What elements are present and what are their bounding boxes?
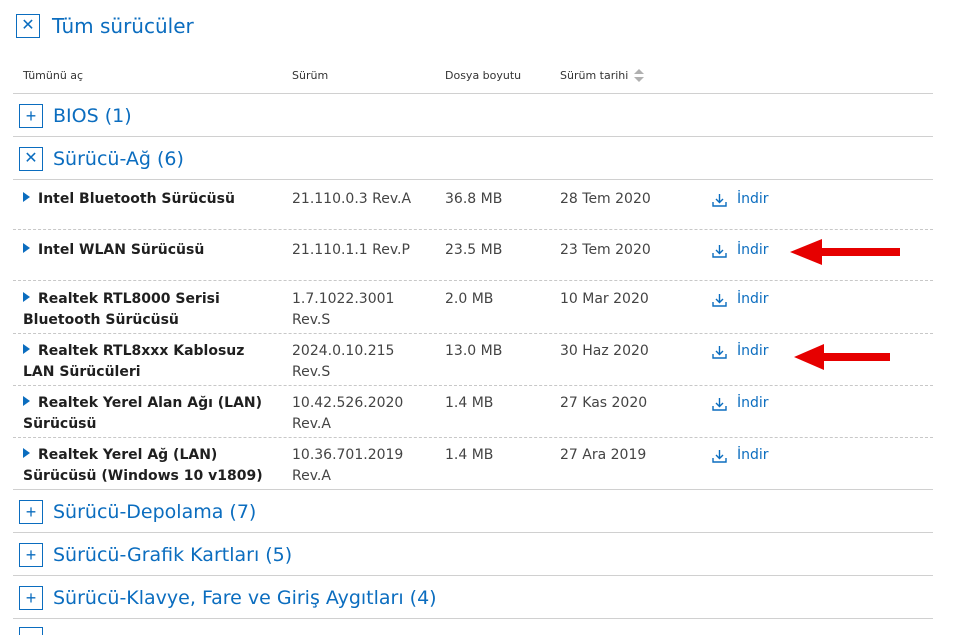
driver-name[interactable]: Intel WLAN Sürücüsü — [23, 240, 273, 261]
plus-icon[interactable]: + — [19, 500, 43, 524]
driver-name-text: Realtek RTL8000 Serisi Bluetooth Sürücüs… — [23, 291, 220, 328]
download-label: İndir — [737, 291, 769, 307]
driver-size: 23.5 MB — [445, 242, 503, 258]
driver-date: 27 Kas 2020 — [560, 395, 648, 411]
driver-version: 10.36.701.2019 Rev.A — [292, 447, 404, 484]
driver-name[interactable]: Realtek Yerel Alan Ağı (LAN) Sürücüsü — [23, 393, 273, 435]
category-network[interactable]: ✕ Sürücü-Ağ (6) — [19, 147, 184, 171]
download-button[interactable]: İndir — [712, 289, 832, 310]
download-label: İndir — [737, 395, 769, 411]
column-file-size: Dosya boyutu — [445, 69, 522, 82]
category-storage[interactable]: + Sürücü-Depolama (7) — [19, 500, 256, 524]
download-label: İndir — [737, 447, 769, 463]
divider — [13, 618, 933, 619]
divider — [13, 93, 933, 94]
category-graphics[interactable]: + Sürücü-Grafik Kartları (5) — [19, 543, 292, 567]
download-button[interactable]: İndir — [712, 445, 832, 466]
driver-date: 23 Tem 2020 — [560, 242, 651, 258]
driver-name[interactable]: Intel Bluetooth Sürücüsü — [23, 189, 273, 210]
driver-name[interactable]: Realtek Yerel Ağ (LAN) Sürücüsü (Windows… — [23, 445, 273, 487]
divider — [13, 575, 933, 576]
row-divider — [13, 229, 933, 230]
download-label: İndir — [737, 343, 769, 359]
download-icon — [712, 193, 727, 207]
download-icon — [712, 397, 727, 411]
driver-date: 10 Mar 2020 — [560, 291, 649, 307]
divider — [13, 136, 933, 137]
row-divider — [13, 280, 933, 281]
column-release-date-label: Sürüm tarihi — [560, 69, 629, 82]
driver-date: 27 Ara 2019 — [560, 447, 647, 463]
driver-size: 2.0 MB — [445, 291, 494, 307]
red-arrow-icon — [790, 239, 900, 265]
driver-name-text: Realtek RTL8xxx Kablosuz LAN Sürücüleri — [23, 343, 245, 380]
download-label: İndir — [737, 191, 769, 207]
category-bios[interactable]: + BIOS (1) — [19, 104, 132, 128]
row-divider — [13, 333, 933, 334]
category-input-devices[interactable]: + Sürücü-Klavye, Fare ve Giriş Aygıtları… — [19, 586, 437, 610]
caret-right-icon — [23, 243, 30, 253]
driver-size: 1.4 MB — [445, 447, 494, 463]
close-icon[interactable]: ✕ — [16, 14, 40, 38]
download-icon — [712, 244, 727, 258]
row-divider — [13, 437, 933, 438]
next-category-toggle[interactable] — [19, 627, 43, 635]
category-label: Sürücü-Grafik Kartları (5) — [53, 544, 293, 566]
download-button[interactable]: İndir — [712, 189, 832, 210]
column-release-date[interactable]: Sürüm tarihi — [560, 69, 645, 83]
sort-icon[interactable] — [634, 69, 645, 83]
driver-size: 36.8 MB — [445, 191, 503, 207]
expand-all-link[interactable]: Tümünü aç — [23, 69, 83, 82]
category-label: Sürücü-Ağ (6) — [53, 148, 184, 170]
category-label: Sürücü-Klavye, Fare ve Giriş Aygıtları (… — [53, 587, 437, 609]
driver-name-text: Intel Bluetooth Sürücüsü — [38, 191, 235, 207]
download-icon — [712, 293, 727, 307]
caret-right-icon — [23, 448, 30, 458]
driver-size: 1.4 MB — [445, 395, 494, 411]
divider — [13, 489, 933, 490]
driver-version: 2024.0.10.215 Rev.S — [292, 343, 395, 380]
download-label: İndir — [737, 242, 769, 258]
page-title: Tüm sürücüler — [52, 14, 194, 38]
driver-version: 21.110.1.1 Rev.P — [292, 242, 410, 258]
category-label: Sürücü-Depolama (7) — [53, 501, 257, 523]
red-arrow-icon — [794, 344, 890, 370]
plus-icon[interactable]: + — [19, 104, 43, 128]
download-button[interactable]: İndir — [712, 393, 832, 414]
all-drivers-header[interactable]: ✕ Tüm sürücüler — [16, 14, 194, 38]
close-icon[interactable]: ✕ — [19, 147, 43, 171]
divider — [13, 179, 933, 180]
download-icon — [712, 449, 727, 463]
caret-right-icon — [23, 344, 30, 354]
download-icon — [712, 345, 727, 359]
driver-version: 10.42.526.2020 Rev.A — [292, 395, 404, 432]
column-version: Sürüm — [292, 69, 329, 82]
row-divider — [13, 385, 933, 386]
driver-name-text: Intel WLAN Sürücüsü — [38, 242, 205, 258]
plus-icon[interactable]: + — [19, 586, 43, 610]
divider — [13, 532, 933, 533]
driver-date: 30 Haz 2020 — [560, 343, 649, 359]
driver-name[interactable]: Realtek RTL8xxx Kablosuz LAN Sürücüleri — [23, 341, 273, 383]
driver-name-text: Realtek Yerel Ağ (LAN) Sürücüsü (Windows… — [23, 447, 263, 484]
driver-version: 21.110.0.3 Rev.A — [292, 191, 412, 207]
driver-size: 13.0 MB — [445, 343, 503, 359]
driver-version: 1.7.1022.3001 Rev.S — [292, 291, 395, 328]
caret-right-icon — [23, 292, 30, 302]
category-label: BIOS (1) — [53, 105, 132, 127]
driver-date: 28 Tem 2020 — [560, 191, 651, 207]
plus-icon[interactable]: + — [19, 543, 43, 567]
driver-name[interactable]: Realtek RTL8000 Serisi Bluetooth Sürücüs… — [23, 289, 273, 331]
driver-name-text: Realtek Yerel Alan Ağı (LAN) Sürücüsü — [23, 395, 263, 432]
caret-right-icon — [23, 192, 30, 202]
caret-right-icon — [23, 396, 30, 406]
